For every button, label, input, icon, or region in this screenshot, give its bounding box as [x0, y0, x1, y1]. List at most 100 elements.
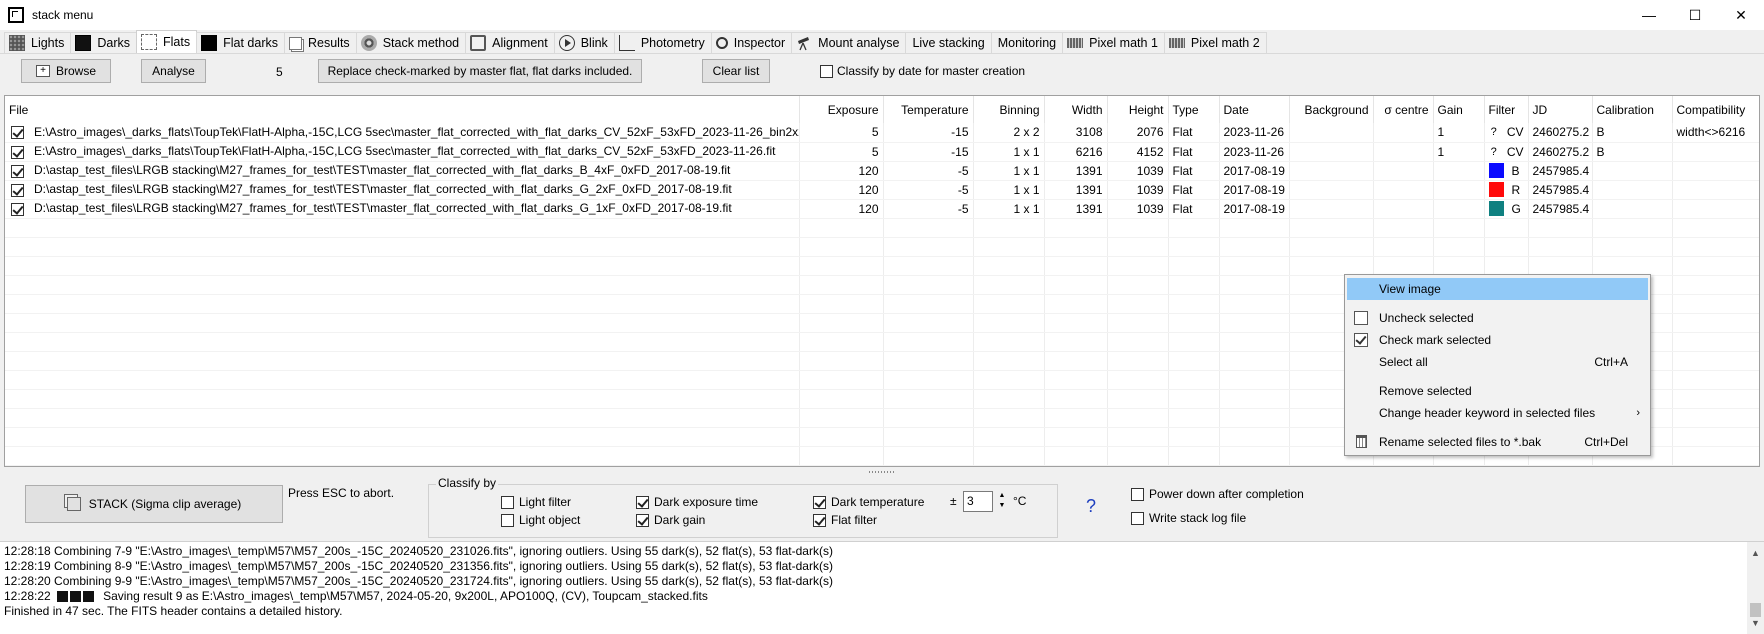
table-row[interactable]: E:\Astro_images\_darks_flats\ToupTek\Fla…	[5, 123, 1759, 143]
tab-inspector[interactable]: Inspector	[710, 32, 793, 53]
tab-stack-method[interactable]: Stack method	[355, 32, 467, 53]
tab-pixel-math-2[interactable]: Pixel math 2	[1163, 32, 1267, 53]
analyse-button[interactable]: Analyse	[141, 59, 206, 83]
inspector-icon	[715, 37, 728, 49]
table-row[interactable]: D:\astap_test_files\LRGB stacking\M27_fr…	[5, 161, 1759, 181]
checkbox-unchecked[interactable]	[820, 64, 833, 78]
checkbox-unchecked[interactable]	[1131, 511, 1144, 525]
menu-select-all[interactable]: Select all Ctrl+A	[1347, 351, 1648, 373]
scroll-down-icon[interactable]: ▼	[1751, 616, 1760, 631]
replace-with-master-button[interactable]: Replace check-marked by master flat, fla…	[318, 59, 642, 83]
dark-gain-checkbox[interactable]: Dark gain	[636, 513, 705, 527]
tab-photometry[interactable]: Photometry	[613, 32, 712, 53]
tab-monitoring[interactable]: Monitoring	[990, 32, 1064, 53]
exposure-value: 120	[799, 180, 884, 200]
scroll-thumb[interactable]	[1750, 603, 1761, 617]
menu-remove-selected[interactable]: Remove selected	[1347, 380, 1648, 402]
col-file[interactable]: File	[5, 96, 800, 123]
checkbox-checked[interactable]	[636, 513, 649, 527]
light-object-checkbox[interactable]: Light object	[501, 513, 580, 527]
tab-mount-analyse[interactable]: Mount analyse	[791, 32, 907, 53]
date-value: 2023-11-26	[1219, 142, 1290, 162]
checkbox-unchecked[interactable]	[1131, 487, 1144, 501]
tab-live-stacking[interactable]: Live stacking	[905, 32, 992, 53]
minimize-button[interactable]: —	[1626, 0, 1672, 30]
col-jd[interactable]: JD	[1528, 96, 1593, 123]
col-temperature[interactable]: Temperature	[883, 96, 974, 123]
unchecked-box-icon	[1354, 311, 1368, 325]
tab-pixel-math-1[interactable]: Pixel math 1	[1062, 32, 1165, 53]
stack-button[interactable]: STACK (Sigma clip average)	[25, 485, 283, 523]
checkbox-unchecked[interactable]	[501, 495, 514, 509]
calibration-value	[1592, 180, 1673, 200]
table-header: File Exposure Temperature Binning Width …	[5, 96, 1759, 123]
col-filter[interactable]: Filter	[1484, 96, 1529, 123]
checkbox-unchecked[interactable]	[501, 513, 514, 527]
menu-uncheck-selected[interactable]: Uncheck selected	[1347, 307, 1648, 329]
celsius-unit: °C	[1013, 494, 1027, 508]
menu-rename-to-bak[interactable]: Rename selected files to *.bak Ctrl+Del	[1347, 431, 1648, 453]
temperature-tolerance-input[interactable]: 3	[963, 491, 993, 512]
stack-log[interactable]: 12:28:18 Combining 7-9 "E:\Astro_images\…	[0, 541, 1764, 634]
log-line: 12:28:22 Saving result 9 as E:\Astro_ima…	[4, 589, 1760, 604]
scroll-up-icon[interactable]: ▲	[1751, 546, 1760, 561]
gain-value	[1433, 161, 1485, 181]
row-checkbox[interactable]	[11, 126, 24, 140]
dark-temperature-checkbox[interactable]: Dark temperature	[813, 495, 924, 509]
col-calibration[interactable]: Calibration	[1592, 96, 1673, 123]
close-button[interactable]: ✕	[1718, 0, 1764, 30]
tab-lights[interactable]: Lights	[4, 32, 72, 53]
tab-flat-darks[interactable]: Flat darks	[196, 32, 285, 53]
col-gain[interactable]: Gain	[1433, 96, 1485, 123]
classify-by-date-checkbox[interactable]: Classify by date for master creation	[820, 64, 1025, 78]
row-checkbox[interactable]	[11, 183, 24, 197]
col-date[interactable]: Date	[1219, 96, 1290, 123]
col-compatibility[interactable]: Compatibility	[1672, 96, 1759, 123]
col-height[interactable]: Height	[1107, 96, 1169, 123]
flats-toolbar: + Browse Analyse 5 Replace check-marked b…	[0, 55, 1764, 89]
results-icon	[289, 36, 302, 50]
gain-value: 1	[1433, 123, 1485, 143]
table-row[interactable]: D:\astap_test_files\LRGB stacking\M27_fr…	[5, 180, 1759, 200]
write-log-checkbox[interactable]: Write stack log file	[1131, 511, 1246, 525]
dark-exposure-time-checkbox[interactable]: Dark exposure time	[636, 495, 758, 509]
table-row[interactable]: D:\astap_test_files\LRGB stacking\M27_fr…	[5, 199, 1759, 219]
row-checkbox[interactable]	[11, 145, 24, 159]
shortcut-label: Ctrl+Del	[1584, 435, 1628, 449]
maximize-button[interactable]: ☐	[1672, 0, 1718, 30]
col-exposure[interactable]: Exposure	[799, 96, 884, 123]
tab-blink[interactable]: Blink	[553, 32, 615, 53]
table-row[interactable]: E:\Astro_images\_darks_flats\ToupTek\Fla…	[5, 142, 1759, 162]
row-checkbox[interactable]	[11, 202, 24, 216]
checkbox-checked[interactable]	[636, 495, 649, 509]
row-checkbox[interactable]	[11, 164, 24, 178]
menu-change-header-keyword[interactable]: Change header keyword in selected files ›	[1347, 402, 1648, 424]
col-sigma-centre[interactable]: σ centre	[1373, 96, 1434, 123]
temperature-spinner[interactable]: ▲ ▼	[996, 491, 1008, 512]
light-filter-checkbox[interactable]: Light filter	[501, 495, 571, 509]
spin-up-icon[interactable]: ▲	[996, 491, 1008, 501]
tab-results[interactable]: Results	[284, 32, 357, 53]
help-icon[interactable]: ?	[1086, 496, 1096, 517]
tab-alignment[interactable]: Alignment	[465, 32, 555, 53]
tab-darks[interactable]: Darks	[70, 32, 138, 53]
col-width[interactable]: Width	[1044, 96, 1108, 123]
col-binning[interactable]: Binning	[973, 96, 1045, 123]
binning-value: 1 x 1	[973, 161, 1045, 181]
checkbox-checked[interactable]	[813, 495, 826, 509]
pixel-math-icon	[1067, 38, 1084, 48]
panel-splitter[interactable]	[0, 468, 1764, 476]
browse-button[interactable]: + Browse	[21, 59, 111, 83]
tab-flats[interactable]: Flats	[136, 30, 198, 53]
col-type[interactable]: Type	[1168, 96, 1220, 123]
menu-check-mark-selected[interactable]: Check mark selected	[1347, 329, 1648, 351]
clear-list-button[interactable]: Clear list	[702, 59, 770, 83]
spin-down-icon[interactable]: ▼	[996, 501, 1008, 511]
flat-filter-checkbox[interactable]: Flat filter	[813, 513, 877, 527]
col-background[interactable]: Background	[1289, 96, 1374, 123]
checkbox-checked[interactable]	[813, 513, 826, 527]
temperature-value: -5	[883, 180, 974, 200]
log-scrollbar[interactable]: ▲ ▼	[1747, 542, 1764, 634]
power-down-checkbox[interactable]: Power down after completion	[1131, 487, 1304, 501]
menu-view-image[interactable]: View image	[1347, 278, 1648, 300]
